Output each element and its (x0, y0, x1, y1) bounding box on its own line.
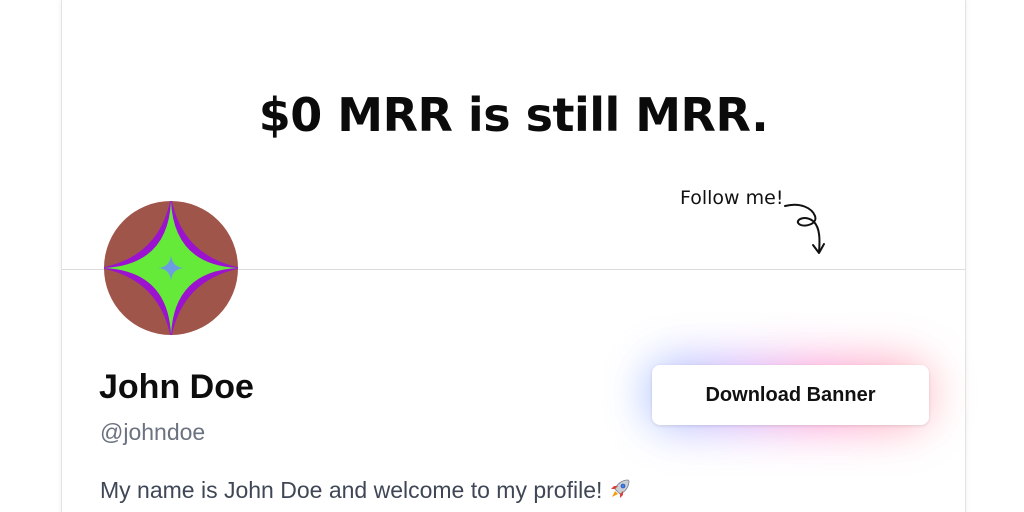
profile-name: John Doe (99, 368, 254, 406)
profile-card: $0 MRR is still MRR. Follow me! John Doe… (61, 0, 966, 512)
page: $0 MRR is still MRR. Follow me! John Doe… (0, 0, 1024, 512)
star-avatar-icon[interactable] (104, 201, 238, 335)
download-banner-button[interactable]: Download Banner (652, 365, 929, 425)
profile-bio-text: My name is John Doe and welcome to my pr… (100, 477, 603, 503)
rocket-icon (611, 479, 630, 498)
profile-handle: @johndoe (100, 419, 206, 445)
follow-me-label: Follow me! (680, 187, 784, 209)
profile-bio: My name is John Doe and welcome to my pr… (100, 477, 632, 504)
curly-arrow-down-icon (784, 203, 825, 254)
banner-title: $0 MRR is still MRR. (258, 88, 769, 142)
